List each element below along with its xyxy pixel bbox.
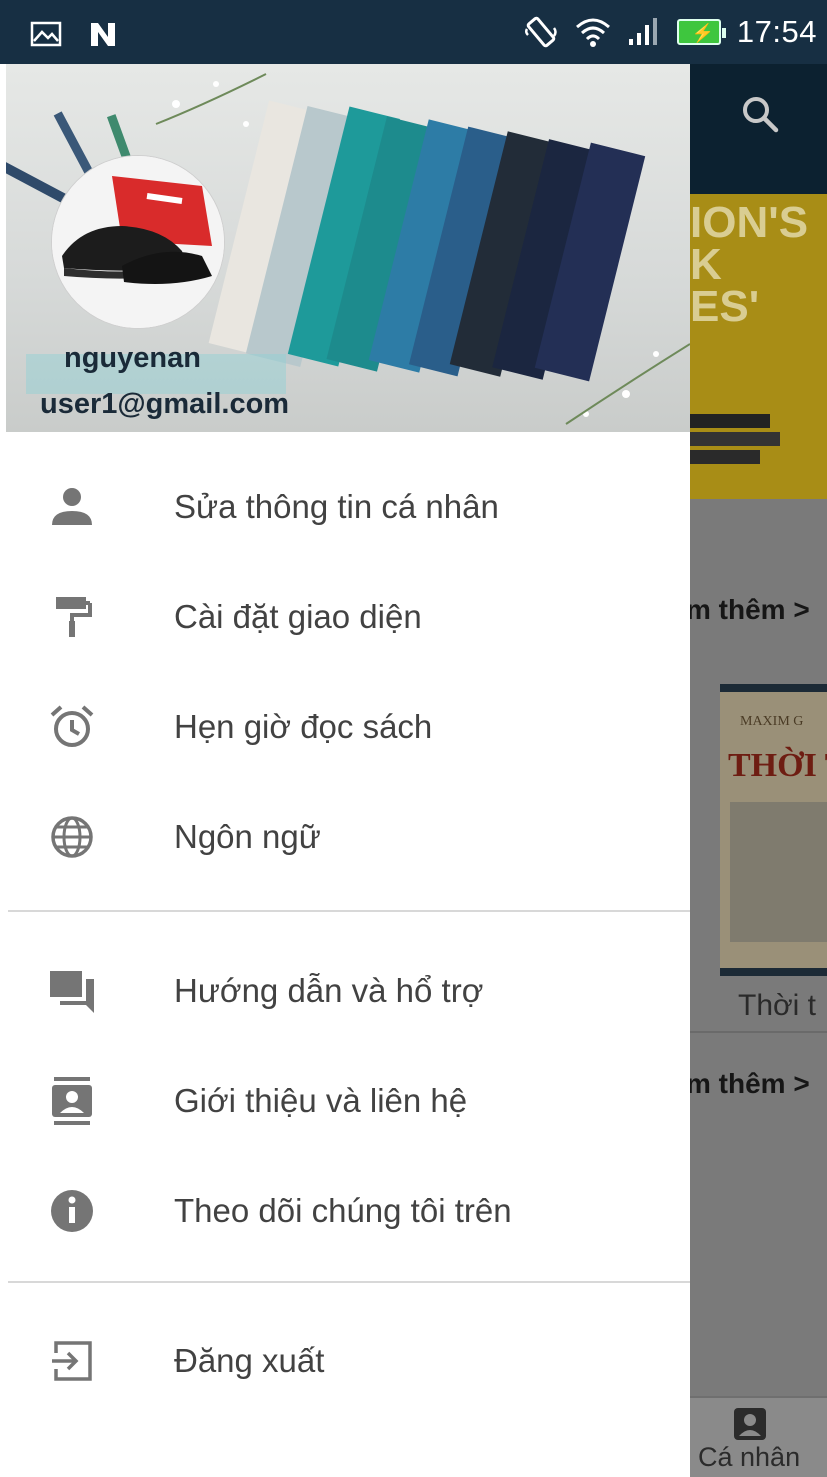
banner-text: ION'S K ES' [690, 198, 809, 331]
profile-card-icon[interactable] [732, 1406, 768, 1442]
profile-email: user1@gmail.com [40, 388, 290, 420]
menu-follow-us-label: Theo dõi chúng tôi trên [174, 1192, 512, 1229]
alarm-icon [50, 705, 94, 747]
book-cover-illustration [730, 802, 827, 942]
n-notification-icon [91, 23, 115, 46]
menu-about-contact-label: Giới thiệu và liên hệ [174, 1082, 468, 1119]
book-cover-title: THỜI TH [728, 747, 827, 784]
menu-edit-profile[interactable]: Sửa thông tin cá nhân [0, 452, 690, 562]
profile-username: nguyenan [64, 342, 201, 374]
globe-icon [51, 816, 93, 858]
menu-help-support-label: Hướng dẫn và hổ trợ [174, 972, 484, 1009]
see-more-link-2[interactable]: m thêm > [690, 1068, 810, 1100]
menu-appearance-settings-label: Cài đặt giao diện [174, 598, 422, 635]
bottom-nav: Cá nhân [690, 1396, 827, 1477]
book-card-title[interactable]: Thời t [738, 989, 816, 1023]
book-card-cover[interactable]: MAXIM G THỜI TH [720, 684, 827, 976]
banner-books-image [690, 384, 827, 464]
status-bar: ⚡ 17:54 [0, 0, 827, 64]
battery-charging-icon: ⚡ [676, 19, 726, 45]
background-app[interactable]: ION'S K ES' m thêm > MAXIM G THỜI TH Thờ… [690, 64, 827, 1477]
info-icon [51, 1190, 93, 1232]
logout-icon [52, 1341, 92, 1381]
bottom-nav-profile-label[interactable]: Cá nhân [698, 1442, 800, 1473]
contact-card-icon [52, 1077, 92, 1125]
signal-icon [628, 18, 657, 45]
clock: 17:54 [736, 14, 817, 49]
see-more-link-1[interactable]: m thêm > [690, 594, 810, 626]
section-divider [690, 1031, 827, 1033]
menu-logout[interactable]: Đăng xuất [0, 1306, 690, 1416]
app-toolbar [690, 64, 827, 194]
menu-logout-label: Đăng xuất [174, 1342, 325, 1379]
chat-icon [50, 971, 94, 1013]
search-icon[interactable] [740, 94, 780, 134]
navigation-drawer: nguyenan user1@gmail.com Sửa thông tin c… [0, 64, 690, 1477]
shoe-avatar-image [52, 156, 224, 328]
paint-roller-icon [56, 597, 92, 637]
vibrate-icon [524, 16, 557, 48]
book-cover-author: MAXIM G [740, 714, 804, 729]
menu-edit-profile-label: Sửa thông tin cá nhân [174, 488, 499, 525]
promo-banner[interactable]: ION'S K ES' [690, 194, 827, 499]
menu-divider-2 [8, 1281, 690, 1283]
menu-language[interactable]: Ngôn ngữ [0, 782, 690, 892]
profile-avatar[interactable] [52, 156, 224, 328]
menu-about-contact[interactable]: Giới thiệu và liên hệ [0, 1046, 690, 1156]
menu-reading-alarm-label: Hẹn giờ đọc sách [174, 708, 433, 745]
image-icon [30, 21, 62, 47]
menu-language-label: Ngôn ngữ [174, 818, 321, 855]
wifi-icon [575, 18, 610, 47]
menu-follow-us[interactable]: Theo dõi chúng tôi trên [0, 1156, 690, 1266]
menu-reading-alarm[interactable]: Hẹn giờ đọc sách [0, 672, 690, 782]
drawer-header: nguyenan user1@gmail.com [6, 64, 690, 432]
menu-appearance-settings[interactable]: Cài đặt giao diện [0, 562, 690, 672]
menu-divider-1 [8, 910, 690, 912]
menu-help-support[interactable]: Hướng dẫn và hổ trợ [0, 936, 690, 1046]
person-icon [52, 488, 92, 525]
